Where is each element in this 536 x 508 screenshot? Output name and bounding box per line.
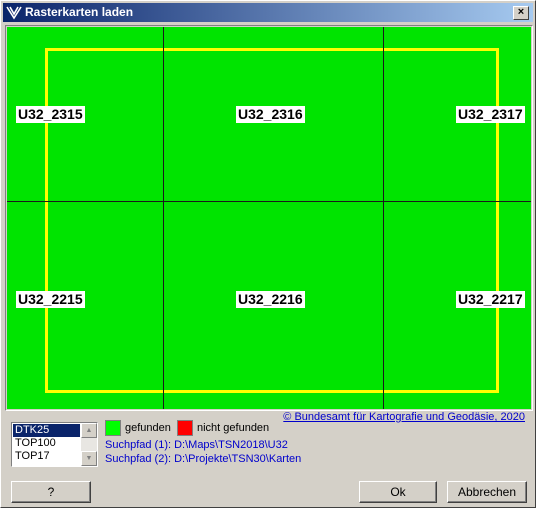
search-path-1: Suchpfad (1): D:\Maps\TSN2018\U32 [105,439,288,451]
tile-label[interactable]: U32_2316 [236,106,305,123]
close-icon: × [517,6,525,18]
selected-area-outline [45,48,499,393]
scroll-down-button[interactable]: ▼ [81,451,97,466]
grid-line-vertical [163,27,164,409]
map-type-list[interactable]: DTK25 TOP100 TOP17 ▲ ▼ [11,422,98,467]
list-item-top100[interactable]: TOP100 [13,437,80,450]
close-button[interactable]: × [513,6,529,20]
title-bar: Rasterkarten laden × [3,3,533,22]
search-path-2: Suchpfad (2): D:\Projekte\TSN30\Karten [105,453,302,465]
list-scrollbar[interactable]: ▲ ▼ [81,423,97,466]
grid-line-vertical [383,27,384,409]
tile-label[interactable]: U32_2215 [16,291,85,308]
dialog-window: Rasterkarten laden × U32_2315 U32_2316 U… [0,0,536,508]
tile-label[interactable]: U32_2217 [456,291,525,308]
list-item-top17[interactable]: TOP17 [13,450,80,463]
arrow-down-icon: ▼ [85,455,93,462]
scroll-up-button[interactable]: ▲ [81,423,97,438]
map-canvas[interactable]: U32_2315 U32_2316 U32_2317 U32_2215 U32_… [7,27,531,409]
app-icon [6,5,22,20]
list-item-dtk25[interactable]: DTK25 [13,424,80,437]
map-view[interactable]: U32_2315 U32_2316 U32_2317 U32_2215 U32_… [5,25,533,411]
tile-label[interactable]: U32_2317 [456,106,525,123]
tile-label[interactable]: U32_2216 [236,291,305,308]
legend-missing-label: nicht gefunden [197,422,270,434]
window-title: Rasterkarten laden [25,5,134,19]
tile-label[interactable]: U32_2315 [16,106,85,123]
legend-missing-swatch [177,420,193,436]
legend-found-label: gefunden [125,422,171,434]
help-button[interactable]: ? [11,481,91,503]
copyright-link[interactable]: © Bundesamt für Kartografie und Geodäsie… [283,411,525,423]
legend-found-swatch [105,420,121,436]
cancel-button[interactable]: Abbrechen [447,481,527,503]
ok-button[interactable]: Ok [359,481,437,503]
grid-line-horizontal [7,201,531,202]
arrow-up-icon: ▲ [85,427,93,434]
